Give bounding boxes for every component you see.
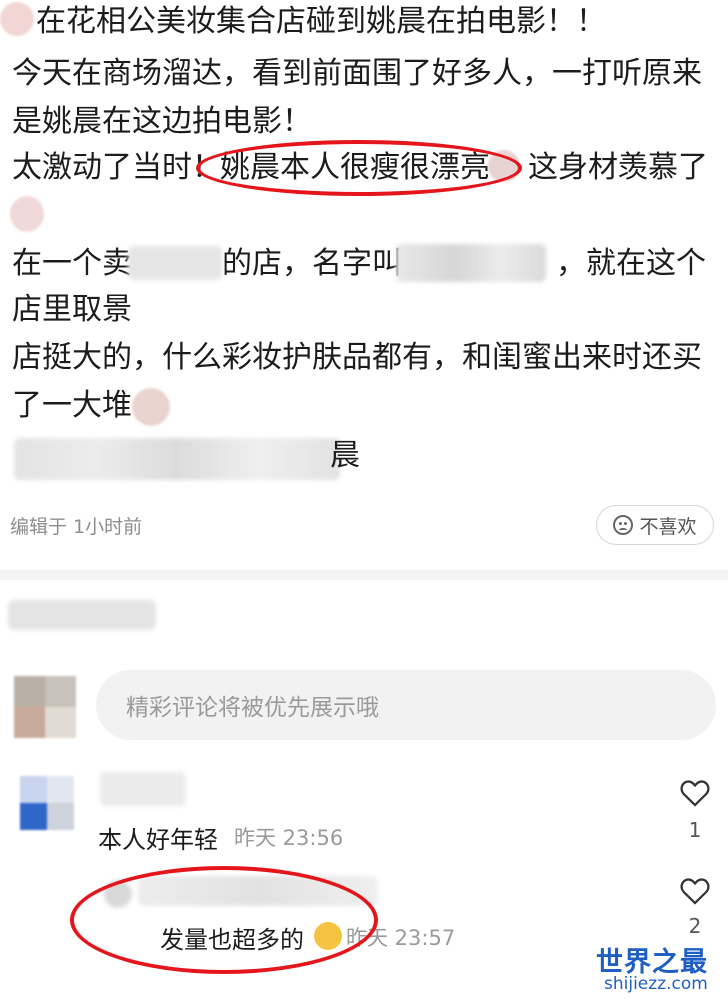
like-count: 1 <box>688 818 702 842</box>
watermark-en: shijiezz.com <box>604 974 708 994</box>
comment-input-placeholder: 精彩评论将被优先展示哦 <box>126 695 379 721</box>
post-line-4a: 太激动了当时！ <box>12 150 222 185</box>
post-line-9-tail: 晨 <box>330 438 360 473</box>
like-count: 2 <box>688 914 702 938</box>
highlight-circle <box>196 140 522 196</box>
blurred-shop-type <box>128 246 222 280</box>
watermark: 世界之最 shijiezz.com <box>596 940 724 998</box>
dislike-button[interactable]: 不喜欢 <box>596 505 714 545</box>
blurred-emoji <box>132 388 170 426</box>
blurred-hashtags <box>14 438 340 480</box>
comment-text: 本人好年轻 <box>98 826 218 854</box>
post-line-8: 了一大堆 <box>12 388 132 423</box>
post-line-6: 店里取景 <box>12 292 132 327</box>
blurred-emoji <box>10 196 44 232</box>
frown-icon <box>613 515 634 535</box>
post-line-4c: 这身材羡慕了 <box>528 150 708 185</box>
post-line-5c: ，就在这个 <box>556 246 706 281</box>
edited-time: 编辑于 1小时前 <box>10 516 143 538</box>
post-line-3: 是姚晨在这边拍电影！ <box>12 104 312 139</box>
blurred-comment-count <box>8 600 156 630</box>
highlight-circle <box>70 866 378 974</box>
post-line-1: 在花相公美妆集合店碰到姚晨在拍电影！！ <box>36 4 606 39</box>
dislike-label: 不喜欢 <box>639 515 697 538</box>
post-line-7: 店挺大的，什么彩妆护肤品都有，和闺蜜出来时还买 <box>12 340 702 375</box>
blurred-emoji <box>0 2 34 36</box>
comment-avatar[interactable] <box>20 776 74 830</box>
section-divider <box>0 570 728 580</box>
comment-time: 昨天 23:56 <box>234 826 344 850</box>
avatar[interactable] <box>14 676 76 738</box>
heart-icon[interactable] <box>678 776 712 810</box>
blurred-shop-name <box>396 244 546 282</box>
post-line-5a: 在一个卖 <box>12 246 132 281</box>
post-line-2: 今天在商场溜达，看到前面围了好多人，一打听原来 <box>12 56 702 91</box>
post-line-5b: 的店，名字叫 <box>222 246 402 281</box>
heart-icon[interactable] <box>678 874 712 908</box>
blurred-username <box>100 772 186 806</box>
comment-input[interactable]: 精彩评论将被优先展示哦 <box>96 670 716 740</box>
